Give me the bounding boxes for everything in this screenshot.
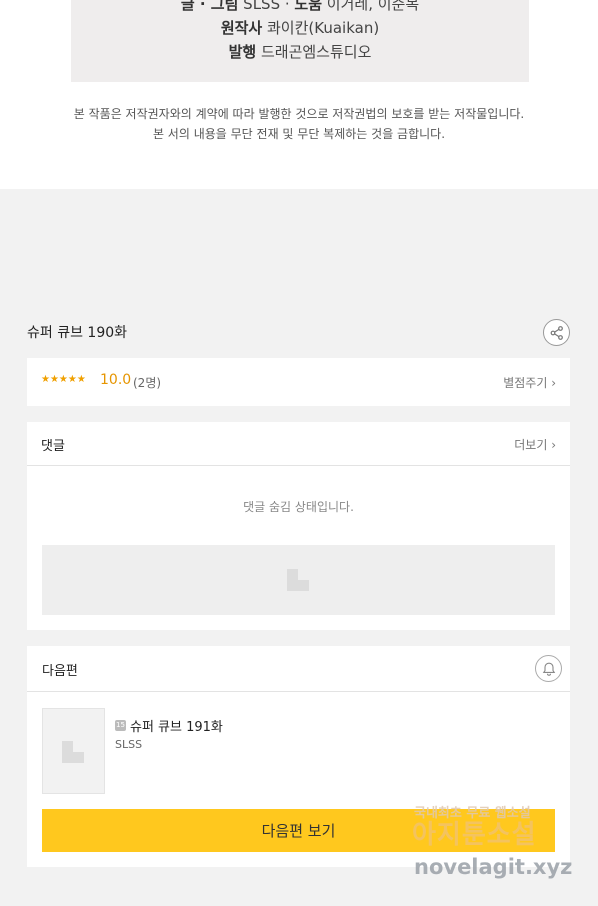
next-episode-author: SLSS: [115, 738, 143, 751]
credit-label: 원작사: [220, 19, 263, 37]
watermark-logo: 아지툰소설: [412, 820, 537, 850]
comment-label: 댓글: [41, 439, 65, 454]
next-episode-thumbnail[interactable]: [42, 708, 105, 794]
share-icon: [550, 325, 563, 340]
credit-label: 글 · 그림: [180, 0, 239, 13]
comment-more-link[interactable]: 더보기 ›: [514, 436, 556, 453]
episode-title: 슈퍼 큐브 190화: [27, 325, 128, 341]
share-button[interactable]: [543, 319, 570, 346]
ad-placeholder: [42, 545, 555, 615]
comment-header: 댓글 더보기 ›: [27, 422, 570, 466]
credit-line-writers: 글 · 그림 SLSS · 노움 이거레, 이준복: [71, 0, 529, 16]
credit-line-publisher: 발행 드래곤엠스튜디오: [71, 40, 529, 64]
content-footer: 글 · 그림 SLSS · 노움 이거레, 이준복 원작사 콰이칸(Kuaika…: [0, 0, 598, 189]
image-placeholder-icon: [287, 569, 309, 591]
bell-icon: [542, 662, 555, 676]
credits-box: 글 · 그림 SLSS · 노움 이거레, 이준복 원작사 콰이칸(Kuaika…: [71, 0, 529, 82]
credit-value: 드래곤엠스튜디오: [260, 43, 372, 61]
copyright-line: 본 작품은 저작권자와의 계약에 따라 발행한 것으로 저작권법의 보호를 받는…: [73, 107, 525, 121]
star-rating: ★★★★★: [41, 374, 86, 385]
credit-separator: ·: [280, 0, 295, 13]
watermark-url: novelagit.xyz: [414, 855, 573, 879]
comment-hidden-message: 댓글 숨김 상태입니다.: [243, 500, 354, 514]
rating-card: ★★★★★ 10.0 (2명) 별점주기 ›: [27, 358, 570, 406]
next-episode-label: 다음편: [42, 664, 78, 679]
next-episode-header: 다음편: [27, 646, 570, 692]
credit-label: 노움: [294, 0, 323, 13]
age-rating-badge: 15: [115, 720, 126, 731]
credit-value: 이거레, 이준복: [326, 0, 420, 13]
comment-card: 댓글 더보기 › 댓글 숨김 상태입니다.: [27, 422, 570, 630]
copyright-line: 본 서의 내용을 무단 전재 및 무단 복제하는 것을 금합니다.: [152, 127, 446, 141]
site-watermark: 국내최초 무료 웹소설 아지툰소설 novelagit.xyz: [412, 798, 582, 888]
rating-score: 10.0: [100, 372, 132, 388]
image-placeholder-icon: [62, 741, 84, 763]
next-episode-title-row[interactable]: 15 슈퍼 큐브 191화: [115, 716, 223, 735]
rate-button[interactable]: 별점주기 ›: [503, 374, 556, 391]
copyright-notice: 본 작품은 저작권자와의 계약에 따라 발행한 것으로 저작권법의 보호를 받는…: [0, 104, 598, 144]
credit-label: 발행: [228, 43, 257, 61]
credit-line-original: 원작사 콰이칸(Kuaikan): [71, 16, 529, 40]
credit-value: SLSS: [243, 0, 281, 13]
next-episode-title: 슈퍼 큐브 191화: [130, 720, 223, 735]
rating-count: (2명): [133, 376, 162, 390]
notify-button[interactable]: [535, 655, 562, 682]
credit-value: 콰이칸(Kuaikan): [267, 19, 380, 37]
